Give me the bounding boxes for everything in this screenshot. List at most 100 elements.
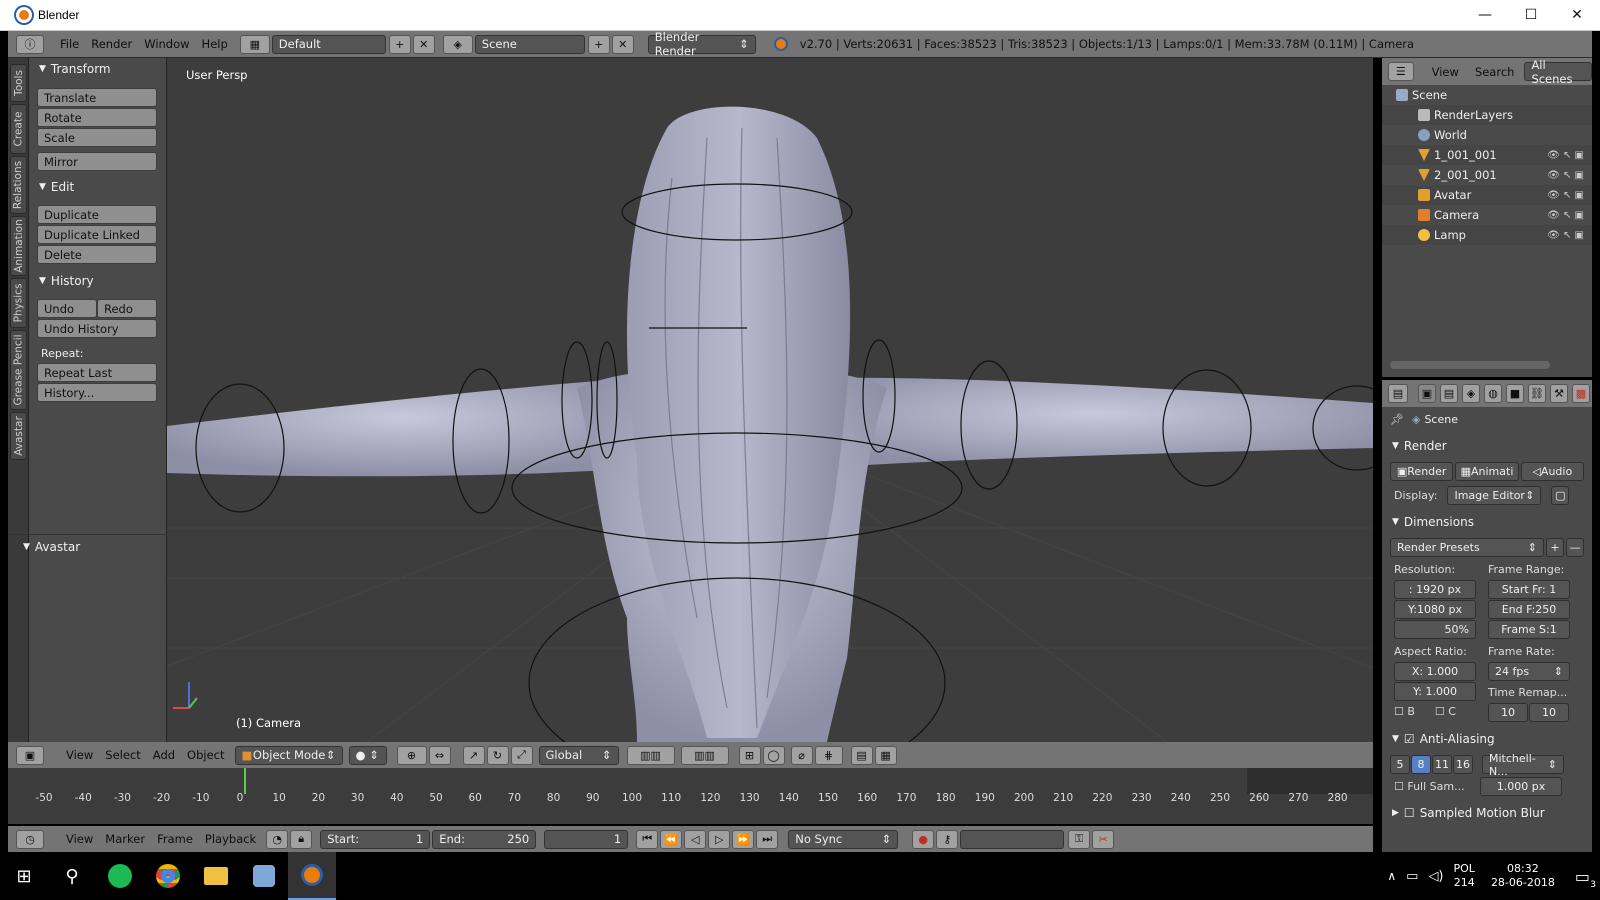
explorer-taskbar-button[interactable] xyxy=(192,852,240,900)
tab-physics[interactable]: Physics xyxy=(10,278,27,328)
insert-keyframe-icon[interactable]: ⚿ xyxy=(1068,829,1091,849)
add-scene-icon[interactable]: + xyxy=(587,34,610,54)
resolution-x-field[interactable]: : 1920 px xyxy=(1394,580,1476,599)
screen-layout-field[interactable]: Default xyxy=(271,34,386,54)
render-animation-icon[interactable]: ▦ xyxy=(874,745,897,765)
aspect-y-field[interactable]: Y: 1.000 xyxy=(1394,682,1476,701)
anti-aliasing-panel-header[interactable]: ▼ ☑ Anti-Aliasing xyxy=(1382,728,1592,750)
paint-taskbar-button[interactable] xyxy=(240,852,288,900)
tab-relations[interactable]: Relations xyxy=(10,156,27,214)
aa-samples-11[interactable]: 11 xyxy=(1432,755,1452,774)
filter-size-field[interactable]: 1.000 px xyxy=(1480,777,1562,796)
tab-create[interactable]: Create xyxy=(10,104,27,154)
tab-animation[interactable]: Animation xyxy=(10,216,27,276)
edit-panel-header[interactable]: ▼ Edit xyxy=(29,176,166,198)
render-presets-select[interactable]: Render Presets ⇕ xyxy=(1390,538,1544,557)
3d-viewport[interactable]: User Persp (1) Camera xyxy=(167,58,1373,742)
action-center-button[interactable]: ▭ 3 xyxy=(1575,867,1596,890)
constraints-tab-icon[interactable]: ⛓ xyxy=(1528,384,1546,403)
motion-blur-checkbox[interactable]: ☐ xyxy=(1404,806,1415,820)
volume-icon[interactable]: ◁) xyxy=(1428,869,1443,884)
layers-tab-icon[interactable]: ▤ xyxy=(1440,384,1458,403)
input-language[interactable]: POL 214 xyxy=(1454,862,1475,890)
scale-button[interactable]: Scale xyxy=(37,128,157,147)
scene-icon[interactable]: ◈ xyxy=(442,34,473,54)
clock-icon[interactable]: ◔ xyxy=(266,829,289,849)
properties-editor-type-icon[interactable]: ▤ xyxy=(1388,384,1408,403)
outliner-display-mode[interactable]: All Scenes xyxy=(1524,58,1592,86)
full-sample-checkbox[interactable]: ☐ Full Sam... xyxy=(1394,780,1480,793)
end-frame-prop[interactable]: End F:250 xyxy=(1488,600,1570,619)
frame-step-prop[interactable]: Frame S:1 xyxy=(1488,620,1570,639)
start-frame-prop[interactable]: Start Fr: 1 xyxy=(1488,580,1570,599)
maximize-button[interactable]: ☐ xyxy=(1508,7,1554,23)
end-frame-field[interactable]: End: 250 xyxy=(432,829,537,849)
outliner-row-1-001-001[interactable]: 1_001_001 👁︎ ↖ ▣ xyxy=(1382,145,1592,165)
remove-scene-icon[interactable]: ✕ xyxy=(611,34,634,54)
undo-button[interactable]: Undo xyxy=(37,299,97,318)
outliner-menu-view[interactable]: View xyxy=(1426,62,1465,82)
aa-samples-16[interactable]: 16 xyxy=(1453,755,1473,774)
render-engine-select[interactable]: Blender Render ⇕ xyxy=(647,30,756,58)
world-tab-icon[interactable]: ◍ xyxy=(1484,384,1502,403)
repeat-last-button[interactable]: Repeat Last xyxy=(37,363,157,382)
sync-mode-select[interactable]: No Sync ⇕ xyxy=(788,829,899,849)
menu-marker[interactable]: Marker xyxy=(99,829,151,849)
render-button[interactable]: ▣ Render xyxy=(1390,462,1454,481)
play-reverse-icon[interactable]: ◁ xyxy=(684,829,707,849)
remove-layout-icon[interactable]: ✕ xyxy=(412,34,435,54)
display-select[interactable]: Image Editor ⇕ xyxy=(1447,486,1542,505)
motion-blur-panel-header[interactable]: ▶ ☐ Sampled Motion Blur xyxy=(1382,802,1592,824)
add-preset-icon[interactable]: + xyxy=(1546,538,1564,557)
menu-playback[interactable]: Playback xyxy=(199,829,262,849)
resolution-y-field[interactable]: Y:1080 px xyxy=(1394,600,1476,619)
outliner-menu-search[interactable]: Search xyxy=(1469,62,1521,82)
translate-manipulator-icon[interactable]: ↗ xyxy=(462,745,485,765)
current-frame-field[interactable]: 1 xyxy=(544,829,629,849)
history-panel-header[interactable]: ▼ History xyxy=(29,270,166,292)
editor-type-icon[interactable]: ▣ xyxy=(16,745,44,765)
outliner-row-avatar[interactable]: Avatar 👁︎ ↖ ▣ xyxy=(1382,185,1592,205)
menu-window[interactable]: Window xyxy=(138,34,195,54)
outliner-row-scene[interactable]: Scene xyxy=(1382,85,1592,105)
pivot-point-icon[interactable]: ⊕ xyxy=(396,745,427,765)
remove-preset-icon[interactable]: — xyxy=(1566,538,1584,557)
proportional-edit-icon[interactable]: ◯ xyxy=(762,745,785,765)
orientation-select[interactable]: Global ⇕ xyxy=(538,745,619,765)
network-icon[interactable]: ▭ xyxy=(1406,869,1418,884)
jump-end-icon[interactable]: ⏭ xyxy=(756,829,779,849)
tab-grease-pencil[interactable]: Grease Pencil xyxy=(10,330,27,410)
snap-element-icon[interactable]: ⋕ xyxy=(814,745,843,765)
menu-timeline-view[interactable]: View xyxy=(60,829,99,849)
manipulator-toggle-icon[interactable]: ⇔ xyxy=(428,745,451,765)
timeline-editor-type-icon[interactable]: ◷ xyxy=(16,829,44,849)
audio-button[interactable]: ◁ Audio xyxy=(1520,462,1584,481)
undo-history-button[interactable]: Undo History xyxy=(37,319,157,338)
aa-samples-8[interactable]: 8 xyxy=(1411,755,1431,774)
dimensions-panel-header[interactable]: ▼ Dimensions xyxy=(1382,511,1592,533)
record-icon[interactable]: ● xyxy=(912,829,935,849)
menu-render[interactable]: Render xyxy=(85,34,138,54)
jump-start-icon[interactable]: ⏮ xyxy=(636,829,659,849)
aa-samples-5[interactable]: 5 xyxy=(1390,755,1410,774)
aa-filter-select[interactable]: Mitchell-N... ⇕ xyxy=(1482,752,1564,778)
render-tab-icon[interactable]: ▣ xyxy=(1418,384,1436,403)
timeline[interactable]: -50 -40 -30 -20 -10 0 10 20 30 40 50 60 70 80 90 100 110… xyxy=(8,768,1373,824)
blender-taskbar-button[interactable] xyxy=(288,852,336,900)
timeline-playhead[interactable] xyxy=(244,768,246,794)
outliner-row-2-001-001[interactable]: 2_001_001 👁︎ ↖ ▣ xyxy=(1382,165,1592,185)
menu-object[interactable]: Object xyxy=(181,745,230,765)
mirror-button[interactable]: Mirror xyxy=(37,152,157,171)
visibility-toggles[interactable]: 👁︎ ↖ ▣ xyxy=(1547,230,1584,241)
visibility-toggles[interactable]: 👁︎ ↖ ▣ xyxy=(1547,150,1584,161)
lock-icon[interactable]: 🔒︎ xyxy=(290,829,313,849)
mode-select[interactable]: ■ Object Mode ⇕ xyxy=(234,745,343,765)
jump-keyframe-forward-icon[interactable]: ⏩ xyxy=(732,829,755,849)
outliner-scrollbar[interactable] xyxy=(1390,361,1550,369)
pin-icon[interactable]: 📌︎ xyxy=(1390,413,1404,426)
menu-help[interactable]: Help xyxy=(196,34,234,54)
object-tab-icon[interactable]: ■ xyxy=(1506,384,1524,403)
render-preview-icon[interactable]: ▤ xyxy=(850,745,873,765)
remap-old-field[interactable]: 10 xyxy=(1488,703,1528,722)
resolution-percent-field[interactable]: 50% xyxy=(1394,620,1476,639)
